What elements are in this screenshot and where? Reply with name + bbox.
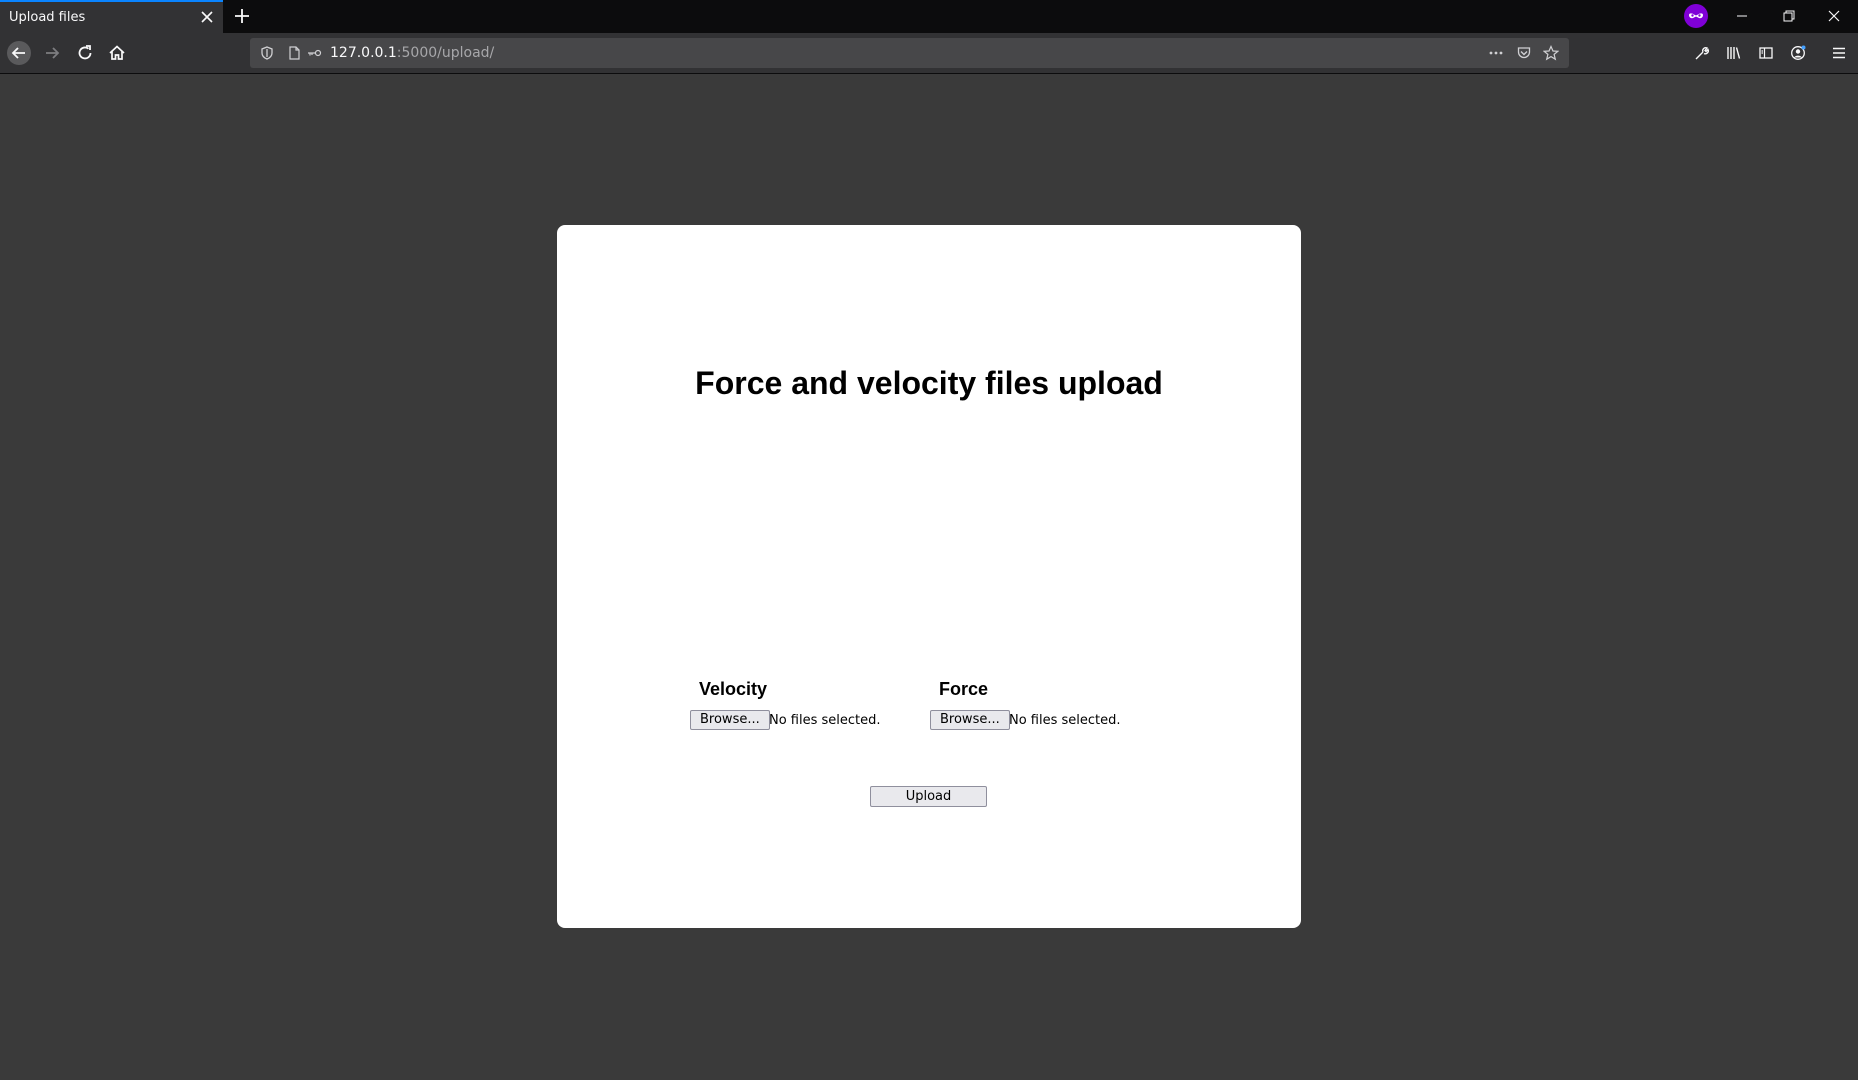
shield-icon[interactable] <box>259 45 275 61</box>
back-arrow-icon <box>11 47 25 59</box>
restore-icon[interactable] <box>1781 8 1797 24</box>
bookmark-star-icon[interactable] <box>1543 45 1559 61</box>
reload-button[interactable] <box>73 41 97 65</box>
more-actions-icon[interactable] <box>1488 45 1504 61</box>
minimize-icon[interactable] <box>1734 8 1750 24</box>
close-window-icon[interactable] <box>1826 8 1842 24</box>
force-file-status: No files selected. <box>1009 713 1121 728</box>
sidebar-icon[interactable] <box>1758 45 1774 61</box>
back-button[interactable] <box>7 41 31 65</box>
reload-icon <box>78 45 92 60</box>
url-path: :5000/upload/ <box>396 45 495 61</box>
velocity-browse-button[interactable]: Browse... <box>690 710 770 730</box>
wrench-icon[interactable] <box>1694 45 1710 61</box>
url-text[interactable]: 127.0.0.1:5000/upload/ <box>330 45 494 61</box>
url-bar[interactable]: 127.0.0.1:5000/upload/ <box>250 38 1569 68</box>
forward-button[interactable] <box>40 41 64 65</box>
tab-title: Upload files <box>9 10 86 25</box>
tab-bar: Upload files <box>0 0 1858 33</box>
velocity-label: Velocity <box>699 679 768 699</box>
new-tab-icon[interactable] <box>232 6 252 26</box>
url-host: 127.0.0.1 <box>330 45 397 61</box>
upload-card: Force and velocity files upload Velocity… <box>557 225 1301 928</box>
force-browse-button[interactable]: Browse... <box>930 710 1010 730</box>
home-button[interactable] <box>105 41 129 65</box>
upload-button[interactable]: Upload <box>870 786 987 807</box>
force-label: Force <box>939 679 989 699</box>
close-tab-icon[interactable] <box>200 10 214 24</box>
home-icon <box>109 45 125 60</box>
forward-arrow-icon <box>46 47 60 59</box>
menu-icon[interactable] <box>1831 45 1847 61</box>
account-icon[interactable] <box>1790 45 1806 61</box>
velocity-file-status: No files selected. <box>769 713 881 728</box>
library-icon[interactable] <box>1726 45 1742 61</box>
page-icon[interactable] <box>286 45 302 61</box>
page-title: Force and velocity files upload <box>695 365 1163 401</box>
pocket-icon[interactable] <box>1516 45 1532 61</box>
private-browsing-icon <box>1684 4 1708 28</box>
key-icon[interactable] <box>306 45 322 61</box>
navigation-bar: 127.0.0.1:5000/upload/ <box>0 33 1858 74</box>
tab-upload-files[interactable]: Upload files <box>0 0 223 33</box>
